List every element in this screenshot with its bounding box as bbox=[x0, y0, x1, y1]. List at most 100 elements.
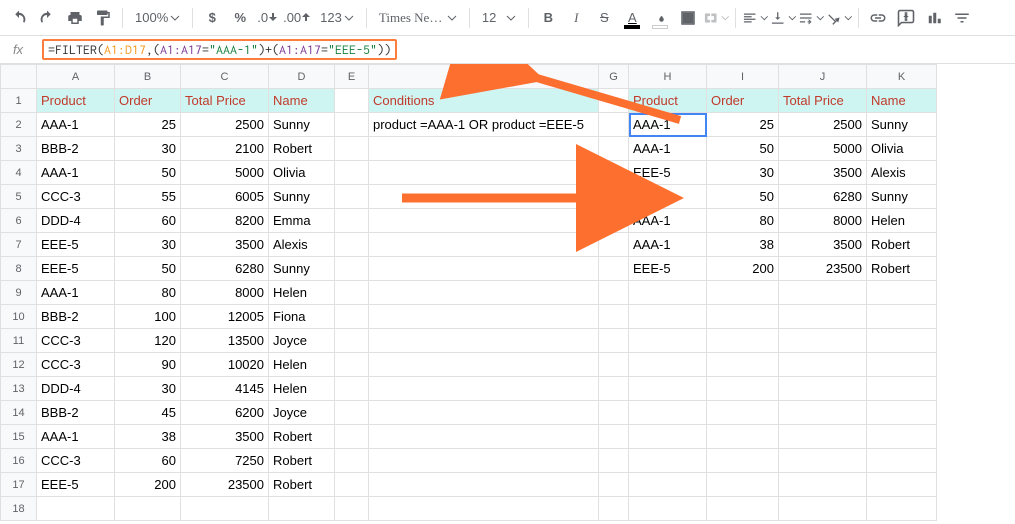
text-wrap-button[interactable] bbox=[798, 5, 824, 31]
left-cell[interactable]: 90 bbox=[115, 353, 180, 376]
text-color-button[interactable]: A bbox=[619, 5, 645, 31]
left-cell[interactable]: BBB-2 bbox=[37, 305, 114, 328]
right-cell[interactable]: 50 bbox=[707, 185, 778, 208]
decrease-decimal-button[interactable]: .0 bbox=[255, 5, 279, 31]
left-cell[interactable]: 3500 bbox=[181, 425, 268, 448]
right-cell[interactable]: AAA-1 bbox=[629, 137, 706, 160]
left-cell[interactable]: 23500 bbox=[181, 473, 268, 496]
left-cell[interactable]: 30 bbox=[115, 233, 180, 256]
right-cell[interactable]: 50 bbox=[707, 137, 778, 160]
right-cell[interactable]: 5000 bbox=[779, 137, 866, 160]
left-cell[interactable]: Alexis bbox=[269, 233, 334, 256]
row-header-7[interactable]: 7 bbox=[1, 233, 37, 257]
spreadsheet-grid[interactable]: ABCDEFGHIJK1ProductOrderTotal PriceNameC… bbox=[0, 64, 937, 521]
text-rotation-button[interactable] bbox=[826, 5, 852, 31]
row-header-11[interactable]: 11 bbox=[1, 329, 37, 353]
number-format-dropdown[interactable]: 123 bbox=[314, 5, 360, 31]
insert-chart-button[interactable] bbox=[921, 5, 947, 31]
right-cell[interactable]: Alexis bbox=[867, 161, 936, 184]
right-cell[interactable]: 30 bbox=[707, 161, 778, 184]
sheet-area[interactable]: ABCDEFGHIJK1ProductOrderTotal PriceNameC… bbox=[0, 64, 1015, 524]
left-cell[interactable]: 30 bbox=[115, 137, 180, 160]
left-cell[interactable]: 3500 bbox=[181, 233, 268, 256]
left-cell[interactable]: AAA-1 bbox=[37, 113, 114, 136]
left-cell[interactable]: 100 bbox=[115, 305, 180, 328]
font-size-dropdown[interactable]: 12 bbox=[476, 5, 522, 31]
left-cell[interactable]: 45 bbox=[115, 401, 180, 424]
left-cell[interactable]: 38 bbox=[115, 425, 180, 448]
horizontal-align-button[interactable] bbox=[742, 5, 768, 31]
left-cell[interactable]: 5000 bbox=[181, 161, 268, 184]
row-header-5[interactable]: 5 bbox=[1, 185, 37, 209]
left-cell[interactable]: Sunny bbox=[269, 113, 334, 136]
left-cell[interactable]: AAA-1 bbox=[37, 161, 114, 184]
left-cell[interactable]: 6280 bbox=[181, 257, 268, 280]
print-button[interactable] bbox=[62, 5, 88, 31]
left-cell[interactable]: Sunny bbox=[269, 257, 334, 280]
left-cell[interactable]: 12005 bbox=[181, 305, 268, 328]
left-cell[interactable]: 80 bbox=[115, 281, 180, 304]
row-header-14[interactable]: 14 bbox=[1, 401, 37, 425]
left-cell[interactable]: BBB-2 bbox=[37, 401, 114, 424]
right-header-2[interactable]: Total Price bbox=[779, 89, 866, 112]
left-cell[interactable]: 60 bbox=[115, 209, 180, 232]
left-header-0[interactable]: Product bbox=[37, 89, 114, 112]
row-header-6[interactable]: 6 bbox=[1, 209, 37, 233]
left-cell[interactable]: Joyce bbox=[269, 329, 334, 352]
right-cell[interactable]: Sunny bbox=[867, 185, 936, 208]
left-cell[interactable]: AAA-1 bbox=[37, 281, 114, 304]
left-cell[interactable]: Fiona bbox=[269, 305, 334, 328]
percent-button[interactable]: % bbox=[227, 5, 253, 31]
left-cell[interactable]: 50 bbox=[115, 257, 180, 280]
right-cell[interactable]: 80 bbox=[707, 209, 778, 232]
right-cell[interactable]: Robert bbox=[867, 233, 936, 256]
insert-link-button[interactable] bbox=[865, 5, 891, 31]
left-cell[interactable]: 6005 bbox=[181, 185, 268, 208]
corner-cell[interactable] bbox=[1, 65, 37, 89]
left-cell[interactable]: CCC-3 bbox=[37, 353, 114, 376]
fill-color-button[interactable] bbox=[647, 5, 673, 31]
left-cell[interactable]: BBB-2 bbox=[37, 137, 114, 160]
right-cell[interactable]: 2500 bbox=[779, 113, 866, 136]
right-cell[interactable]: 3500 bbox=[779, 161, 866, 184]
left-cell[interactable]: DDD-4 bbox=[37, 209, 114, 232]
left-cell[interactable]: Robert bbox=[269, 449, 334, 472]
row-header-16[interactable]: 16 bbox=[1, 449, 37, 473]
column-header-I[interactable]: I bbox=[707, 65, 779, 89]
left-cell[interactable]: EEE-5 bbox=[37, 473, 114, 496]
right-cell[interactable]: EEE-5 bbox=[629, 257, 706, 280]
left-cell[interactable]: 2500 bbox=[181, 113, 268, 136]
left-header-1[interactable]: Order bbox=[115, 89, 180, 112]
right-header-1[interactable]: Order bbox=[707, 89, 778, 112]
currency-button[interactable]: $ bbox=[199, 5, 225, 31]
formula-input[interactable]: =FILTER(A1:D17,(A1:A17="AAA-1")+(A1:A17=… bbox=[36, 37, 1015, 62]
left-cell[interactable]: EEE-5 bbox=[37, 257, 114, 280]
font-dropdown[interactable]: Times Ne… bbox=[373, 5, 463, 31]
row-header-13[interactable]: 13 bbox=[1, 377, 37, 401]
column-header-A[interactable]: A bbox=[37, 65, 115, 89]
filter-button[interactable] bbox=[949, 5, 975, 31]
increase-decimal-button[interactable]: .00 bbox=[281, 5, 312, 31]
left-cell[interactable]: 7250 bbox=[181, 449, 268, 472]
left-cell[interactable]: 30 bbox=[115, 377, 180, 400]
bold-button[interactable]: B bbox=[535, 5, 561, 31]
redo-button[interactable] bbox=[34, 5, 60, 31]
row-header-17[interactable]: 17 bbox=[1, 473, 37, 497]
row-header-15[interactable]: 15 bbox=[1, 425, 37, 449]
italic-button[interactable]: I bbox=[563, 5, 589, 31]
left-cell[interactable]: Robert bbox=[269, 473, 334, 496]
left-cell[interactable]: 50 bbox=[115, 161, 180, 184]
left-cell[interactable]: CCC-3 bbox=[37, 329, 114, 352]
row-header-10[interactable]: 10 bbox=[1, 305, 37, 329]
insert-comment-button[interactable]: + bbox=[893, 5, 919, 31]
row-header-8[interactable]: 8 bbox=[1, 257, 37, 281]
right-cell[interactable]: Olivia bbox=[867, 137, 936, 160]
left-cell[interactable]: Helen bbox=[269, 353, 334, 376]
right-cell[interactable]: 25 bbox=[707, 113, 778, 136]
row-header-3[interactable]: 3 bbox=[1, 137, 37, 161]
column-header-C[interactable]: C bbox=[181, 65, 269, 89]
left-cell[interactable]: Robert bbox=[269, 425, 334, 448]
left-cell[interactable]: 120 bbox=[115, 329, 180, 352]
strikethrough-button[interactable]: S bbox=[591, 5, 617, 31]
right-cell[interactable]: 3500 bbox=[779, 233, 866, 256]
